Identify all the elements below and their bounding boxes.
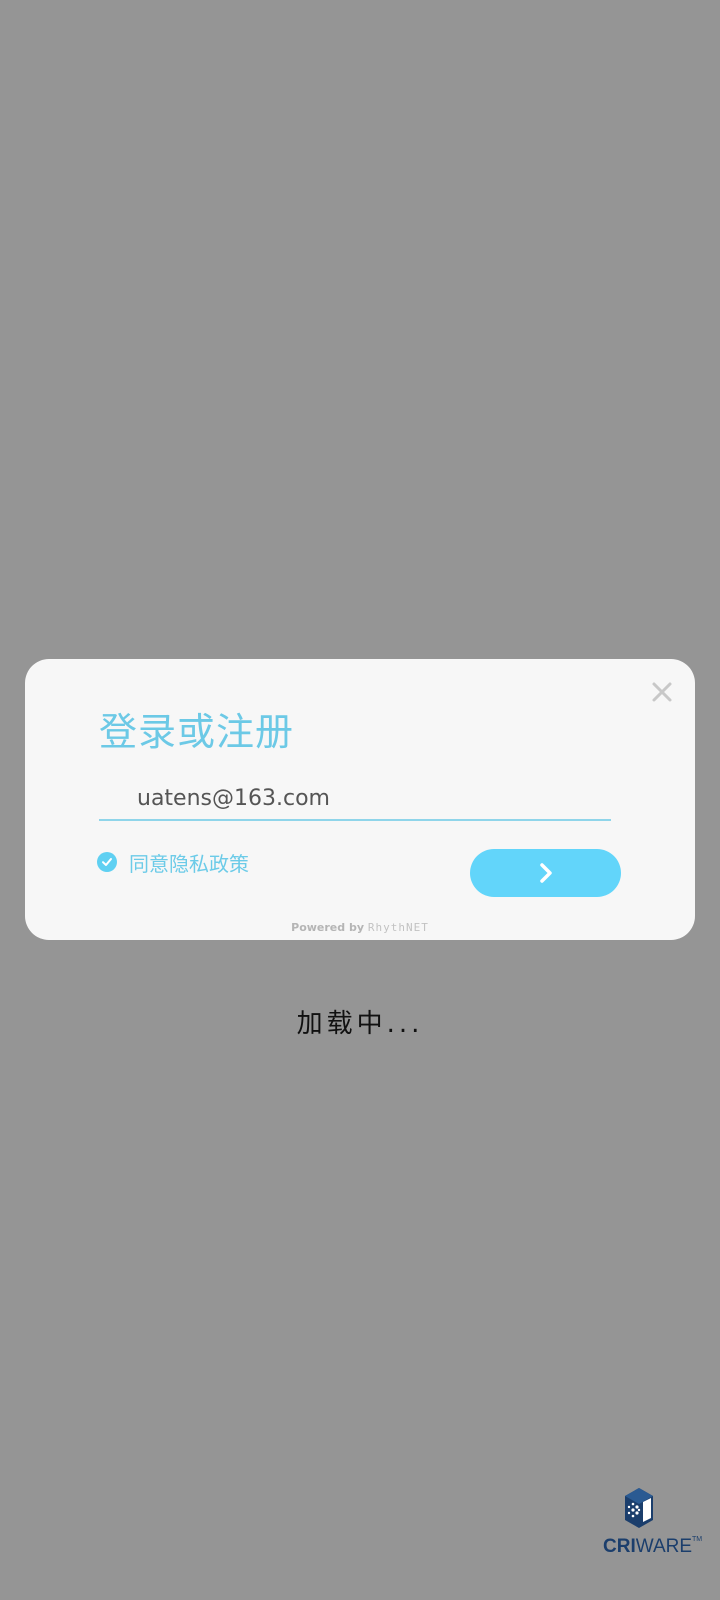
email-input[interactable] (137, 779, 607, 817)
powered-by: Powered by RhythNET (25, 921, 695, 934)
logo-secondary: WARE (635, 1536, 693, 1557)
powered-by-prefix: Powered by (291, 921, 365, 934)
powered-by-brand: RhythNET (367, 921, 429, 934)
dialog-title: 登录或注册 (99, 710, 295, 754)
logo-trademark: TM (692, 1536, 703, 1543)
submit-button[interactable] (470, 849, 621, 897)
criware-cube-icon (625, 1488, 653, 1528)
privacy-agree-label[interactable]: 同意隐私政策 (129, 848, 249, 877)
close-button[interactable] (649, 679, 675, 705)
close-icon (652, 682, 672, 702)
check-circle-icon (97, 852, 117, 872)
login-dialog: 登录或注册 同意隐私政策 Powered by RhythNET (25, 659, 695, 940)
privacy-agree-checkbox[interactable]: 同意隐私政策 (97, 848, 249, 877)
criware-logo-text: CRIWARETM (603, 1536, 702, 1558)
email-row (99, 779, 611, 821)
criware-logo: CRIWARETM (603, 1486, 702, 1562)
logo-primary: CRI (603, 1536, 636, 1557)
chevron-right-icon (539, 863, 552, 883)
loading-text: 加载中... (296, 1009, 424, 1039)
